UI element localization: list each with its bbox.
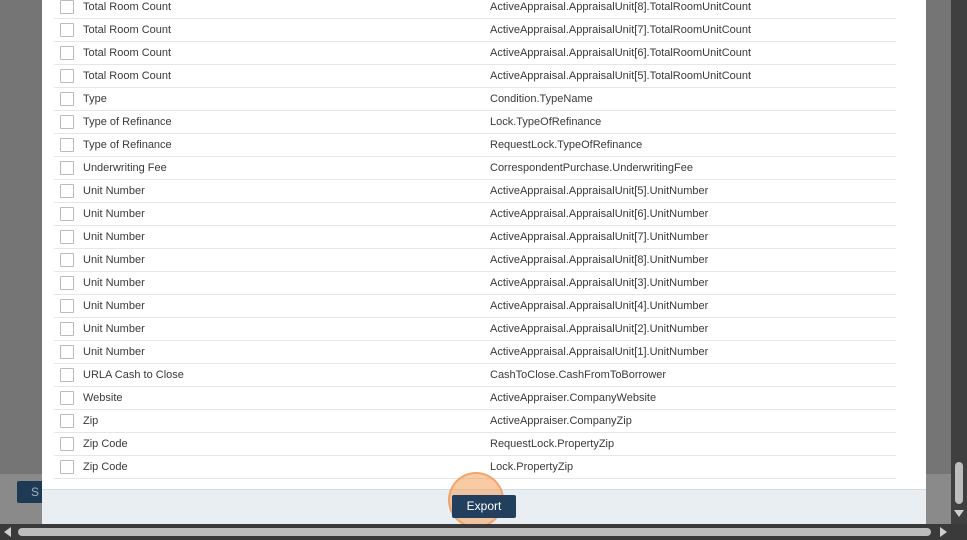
table-row: Total Room Count ActiveAppraisal.Appraisa… [54,65,896,88]
scroll-down-arrow-icon[interactable] [954,510,964,517]
field-label: Unit Number [83,231,145,243]
field-path: CashToClose.CashFromToBorrower [490,369,667,381]
scroll-right-arrow-icon[interactable] [940,527,947,537]
scrollbar-corner [951,524,967,540]
field-path: CorrespondentPurchase.UnderwritingFee [490,162,693,174]
table-row: Type of Refinance Lock.TypeOfRefinance [54,111,896,134]
field-label: Total Room Count [83,1,172,13]
field-label: Unit Number [83,254,145,266]
field-path: ActiveAppraisal.AppraisalUnit[6].UnitNum… [490,208,709,220]
field-label: Unit Number [83,323,145,335]
row-checkbox[interactable] [60,368,74,382]
field-path: ActiveAppraisal.AppraisalUnit[2].UnitNum… [490,323,709,335]
row-checkbox[interactable] [60,414,74,428]
table-row: Zip Code RequestLock.PropertyZip [54,433,896,456]
table-row: Total Room Count ActiveAppraisal.Appraisa… [54,0,896,19]
field-path: ActiveAppraisal.AppraisalUnit[6].TotalRo… [490,47,752,59]
table-row: Unit Number ActiveAppraisal.AppraisalUnit… [54,272,896,295]
field-path: ActiveAppraisal.AppraisalUnit[1].UnitNum… [490,346,709,358]
field-label: Type of Refinance [83,139,172,151]
field-label: Unit Number [83,346,145,358]
field-label: Total Room Count [83,24,172,36]
table-row: Unit Number ActiveAppraisal.AppraisalUnit… [54,341,896,364]
row-checkbox[interactable] [60,0,74,14]
table-row: Unit Number ActiveAppraisal.AppraisalUnit… [54,203,896,226]
field-path: Lock.TypeOfRefinance [490,116,602,128]
row-checkbox[interactable] [60,69,74,83]
field-label: Unit Number [83,185,145,197]
table-row: Website ActiveAppraiser.CompanyWebsite [54,387,896,410]
field-label: Zip Code [83,461,128,473]
field-path: ActiveAppraiser.CompanyWebsite [490,392,657,404]
row-checkbox[interactable] [60,207,74,221]
field-path: ActiveAppraisal.AppraisalUnit[5].TotalRo… [490,70,752,82]
row-checkbox[interactable] [60,391,74,405]
field-path: ActiveAppraisal.AppraisalUnit[3].UnitNum… [490,277,709,289]
row-checkbox[interactable] [60,92,74,106]
table-row: Unit Number ActiveAppraisal.AppraisalUnit… [54,249,896,272]
field-label: Type of Refinance [83,116,172,128]
field-label: Unit Number [83,300,145,312]
field-label: Total Room Count [83,70,172,82]
horizontal-scrollbar-thumb[interactable] [18,528,931,536]
field-path: ActiveAppraisal.AppraisalUnit[8].UnitNum… [490,254,709,266]
table-row: Type of Refinance RequestLock.TypeOfRefin… [54,134,896,157]
field-path: RequestLock.PropertyZip [490,438,615,450]
field-label: Website [83,392,123,404]
field-label: URLA Cash to Close [83,369,184,381]
row-checkbox[interactable] [60,115,74,129]
row-checkbox[interactable] [60,138,74,152]
field-path: RequestLock.TypeOfRefinance [490,139,643,151]
field-label: Underwriting Fee [83,162,167,174]
table-row: Unit Number ActiveAppraisal.AppraisalUnit… [54,226,896,249]
table-row: Total Room Count ActiveAppraisal.Appraisa… [54,19,896,42]
field-path: ActiveAppraisal.AppraisalUnit[8].TotalRo… [490,1,752,13]
table-row: Underwriting Fee CorrespondentPurchase.Un… [54,157,896,180]
table-row: Unit Number ActiveAppraisal.AppraisalUnit… [54,180,896,203]
field-path: ActiveAppraisal.AppraisalUnit[4].UnitNum… [490,300,709,312]
dialog-footer: Export [42,472,926,528]
scroll-left-arrow-icon[interactable] [4,527,11,537]
field-path: ActiveAppraisal.AppraisalUnit[7].TotalRo… [490,24,752,36]
table-row: Unit Number ActiveAppraisal.AppraisalUnit… [54,318,896,341]
row-checkbox[interactable] [60,437,74,451]
field-path: Condition.TypeName [490,93,593,105]
field-label: Zip Code [83,438,128,450]
vertical-scrollbar[interactable] [951,0,967,524]
row-checkbox[interactable] [60,322,74,336]
table-row: Type Condition.TypeName [54,88,896,111]
row-checkbox[interactable] [60,23,74,37]
table-row: Total Room Count ActiveAppraisal.Appraisa… [54,42,896,65]
table-row: URLA Cash to Close CashToClose.CashFromTo… [54,364,896,387]
field-path: ActiveAppraisal.AppraisalUnit[5].UnitNum… [490,185,709,197]
horizontal-scrollbar[interactable] [0,524,967,540]
row-checkbox[interactable] [60,230,74,244]
vertical-scrollbar-thumb[interactable] [955,462,963,504]
field-label: Unit Number [83,277,145,289]
row-checkbox[interactable] [60,46,74,60]
table-row: Unit Number ActiveAppraisal.AppraisalUnit… [54,295,896,318]
field-label: Zip [83,415,99,427]
row-checkbox[interactable] [60,276,74,290]
row-checkbox[interactable] [60,299,74,313]
export-button[interactable]: Export [452,495,516,518]
field-label: Type [83,93,107,105]
field-path: ActiveAppraisal.AppraisalUnit[7].UnitNum… [490,231,709,243]
field-path: Lock.PropertyZip [490,461,574,473]
row-checkbox[interactable] [60,345,74,359]
fields-table: Total Room Count ActiveAppraisal.Appraisa… [54,0,896,479]
field-path: ActiveAppraiser.CompanyZip [490,415,632,427]
field-label: Unit Number [83,208,145,220]
field-label: Total Room Count [83,47,172,59]
row-checkbox[interactable] [60,161,74,175]
table-row: Zip ActiveAppraiser.CompanyZip [54,410,896,433]
export-fields-dialog: Total Room Count ActiveAppraisal.Appraisa… [42,0,926,528]
row-checkbox[interactable] [60,253,74,267]
row-checkbox[interactable] [60,460,74,474]
row-checkbox[interactable] [60,184,74,198]
